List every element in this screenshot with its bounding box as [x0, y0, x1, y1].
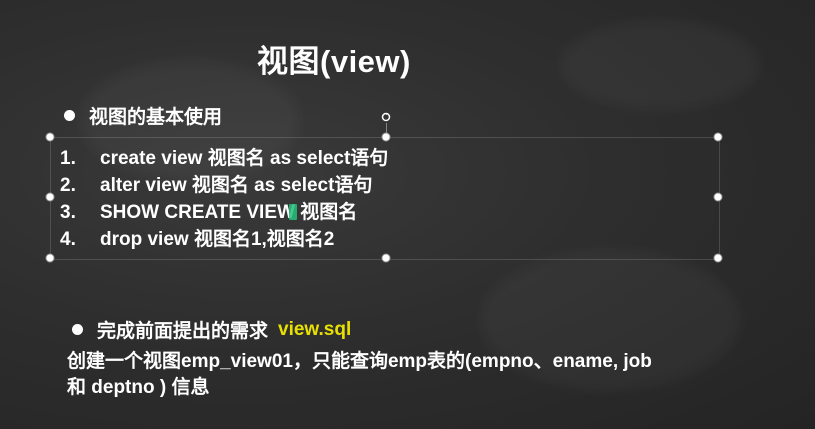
list-item-number: 3.: [60, 202, 76, 223]
slide-canvas: 视图(view) 视图的基本使用 1. create view 视图名 as s…: [0, 0, 815, 429]
requirement-line-1: 创建一个视图emp_view01，只能查询emp表的(empno、ename, …: [67, 351, 652, 372]
resize-handle-top-right[interactable]: [713, 132, 723, 142]
section2-heading: 完成前面提出的需求: [97, 321, 269, 342]
list-item-number: 2.: [60, 175, 76, 196]
list-item-text: SHOW CREATE VIEW 视图名: [100, 202, 358, 223]
text-cursor-icon: [289, 204, 297, 220]
sql-filename: view.sql: [278, 318, 352, 340]
section1-bullet: 视图的基本使用: [64, 102, 222, 129]
list-item: 3. SHOW CREATE VIEW 视图名: [60, 199, 388, 226]
slide-title: 视图(view): [257, 44, 411, 79]
bullet-dot-icon: [72, 324, 83, 335]
list-item: 4. drop view 视图名1,视图名2: [60, 226, 388, 253]
resize-handle-right[interactable]: [713, 192, 723, 202]
resize-handle-top-left[interactable]: [45, 132, 55, 142]
section1-heading: 视图的基本使用: [89, 107, 223, 128]
list-item-number: 1.: [60, 148, 76, 169]
rotate-handle-icon[interactable]: [381, 112, 391, 122]
bullet-dot-icon: [64, 110, 75, 121]
list-item-text: create view 视图名 as select语句: [100, 148, 389, 169]
requirement-line-2: 和 deptno ) 信息: [67, 377, 210, 398]
chalk-smudge: [560, 20, 760, 110]
list-item: 1. create view 视图名 as select语句: [60, 145, 388, 172]
list-item: 2. alter view 视图名 as select语句: [60, 172, 388, 199]
section2-bullet: 完成前面提出的需求 view.sql: [72, 316, 351, 343]
resize-handle-left[interactable]: [45, 192, 55, 202]
resize-handle-top[interactable]: [381, 132, 391, 142]
list-item-number: 4.: [60, 229, 76, 250]
list-item-text: alter view 视图名 as select语句: [100, 175, 373, 196]
resize-handle-bottom-left[interactable]: [45, 253, 55, 263]
list-item-text: drop view 视图名1,视图名2: [100, 229, 335, 250]
resize-handle-bottom-right[interactable]: [713, 253, 723, 263]
view-usage-list[interactable]: 1. create view 视图名 as select语句 2. alter …: [60, 145, 388, 253]
resize-handle-bottom[interactable]: [381, 253, 391, 263]
